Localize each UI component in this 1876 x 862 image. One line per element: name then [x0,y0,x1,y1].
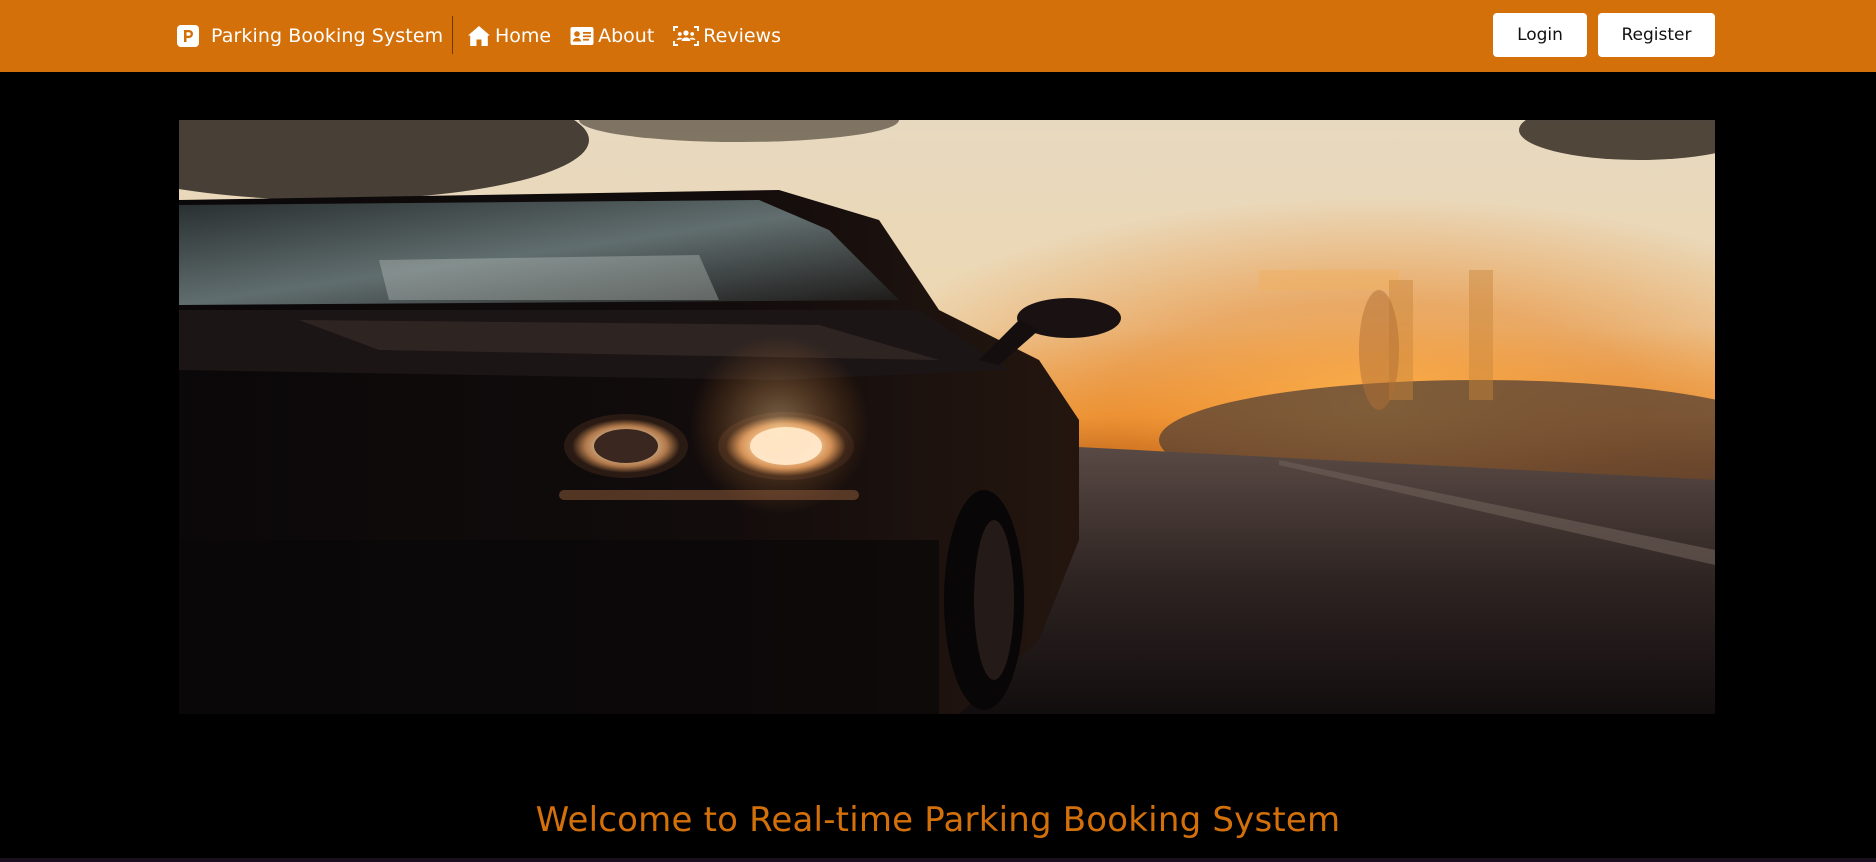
nav-link-label: Reviews [703,25,781,47]
welcome-heading: Welcome to Real-time Parking Booking Sys… [535,800,1341,840]
nav-link-reviews[interactable]: Reviews [673,25,781,47]
register-button[interactable]: Register [1598,13,1715,57]
hero-image [179,120,1715,714]
parking-p-icon [177,25,199,47]
nav-links: Home About Reviews [467,21,800,51]
login-button[interactable]: Login [1493,13,1587,57]
home-icon [468,26,490,46]
section-divider [0,858,1876,862]
navbar: Parking Booking System Home About Review… [0,0,1876,72]
brand-link[interactable]: Parking Booking System [177,21,443,51]
id-card-icon [570,27,594,45]
nav-link-home[interactable]: Home [467,25,551,47]
brand-label: Parking Booking System [211,25,444,47]
users-scan-icon [673,26,700,46]
nav-divider [452,16,453,54]
nav-link-label: Home [495,25,552,47]
nav-link-about[interactable]: About [570,25,654,47]
nav-link-label: About [598,25,655,47]
